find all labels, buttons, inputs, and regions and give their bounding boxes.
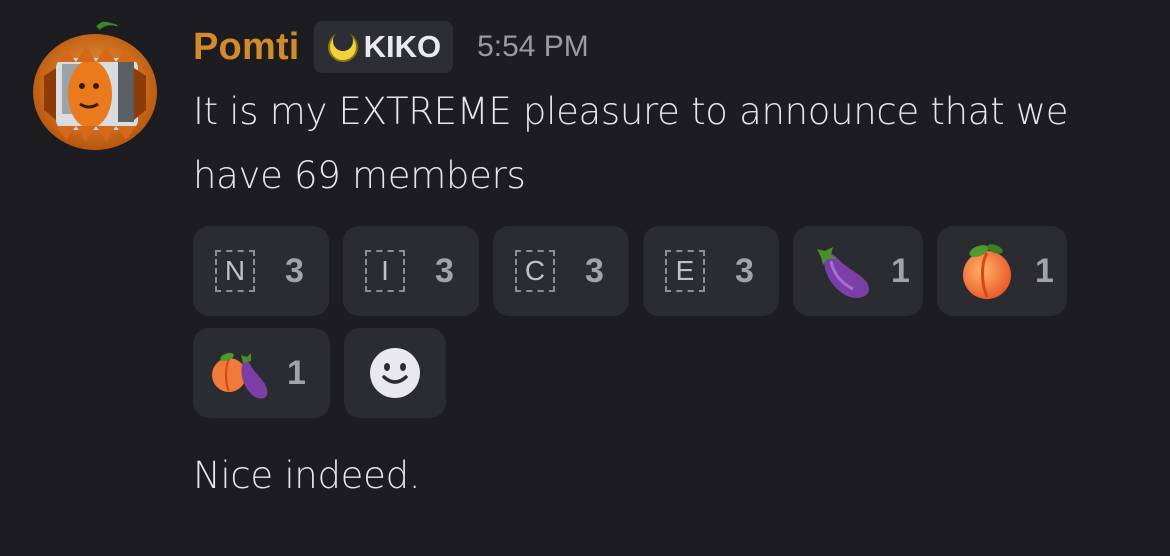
reaction-regional-c[interactable]: C 3 (493, 226, 629, 316)
user-avatar[interactable] (26, 18, 164, 156)
message-content: Pomti KIKO 5:54 PM It is my EXTREME plea… (193, 20, 1153, 508)
reaction-bar: N 3 I 3 C 3 E 3 1 1 1 (193, 226, 1093, 430)
peach-eggplant-icon (207, 341, 271, 405)
reaction-eggplant[interactable]: 1 (793, 226, 923, 316)
peach-icon (955, 239, 1019, 303)
add-reaction-button[interactable] (344, 328, 446, 418)
server-tag-label: KIKO (363, 29, 442, 64)
regional-indicator-c-icon: C (515, 250, 555, 292)
reaction-peach[interactable]: 1 (937, 226, 1067, 316)
server-tag[interactable]: KIKO (313, 21, 454, 73)
yellow-moon-tag-icon (326, 30, 360, 64)
regional-indicator-e-icon: E (665, 250, 705, 292)
reaction-regional-e[interactable]: E 3 (643, 226, 779, 316)
reaction-count: 1 (1035, 251, 1054, 290)
regional-indicator-i-icon: I (365, 250, 405, 292)
eggplant-icon (811, 239, 875, 303)
reaction-count: 3 (285, 251, 304, 290)
reaction-regional-i[interactable]: I 3 (343, 226, 479, 316)
reaction-count: 3 (585, 251, 604, 290)
reaction-count: 3 (735, 251, 754, 290)
message-text: It is my EXTREME pleasure to announce th… (193, 90, 1069, 197)
pumpkin-avatar-icon (29, 21, 161, 153)
reaction-count: 1 (891, 251, 910, 290)
message-header: Pomti KIKO 5:54 PM (193, 20, 1153, 74)
author-name[interactable]: Pomti (193, 26, 300, 69)
reaction-regional-n[interactable]: N 3 (193, 226, 329, 316)
reaction-peach-eggplant[interactable]: 1 (193, 328, 330, 418)
chat-message: Pomti KIKO 5:54 PM It is my EXTREME plea… (0, 0, 1170, 556)
smiley-add-reaction-icon (368, 346, 422, 400)
reaction-count: 3 (435, 251, 454, 290)
regional-indicator-n-icon: N (215, 250, 255, 292)
followup-message-text: Nice indeed. (193, 454, 421, 497)
message-timestamp: 5:54 PM (477, 30, 589, 63)
reaction-count: 1 (287, 353, 306, 392)
